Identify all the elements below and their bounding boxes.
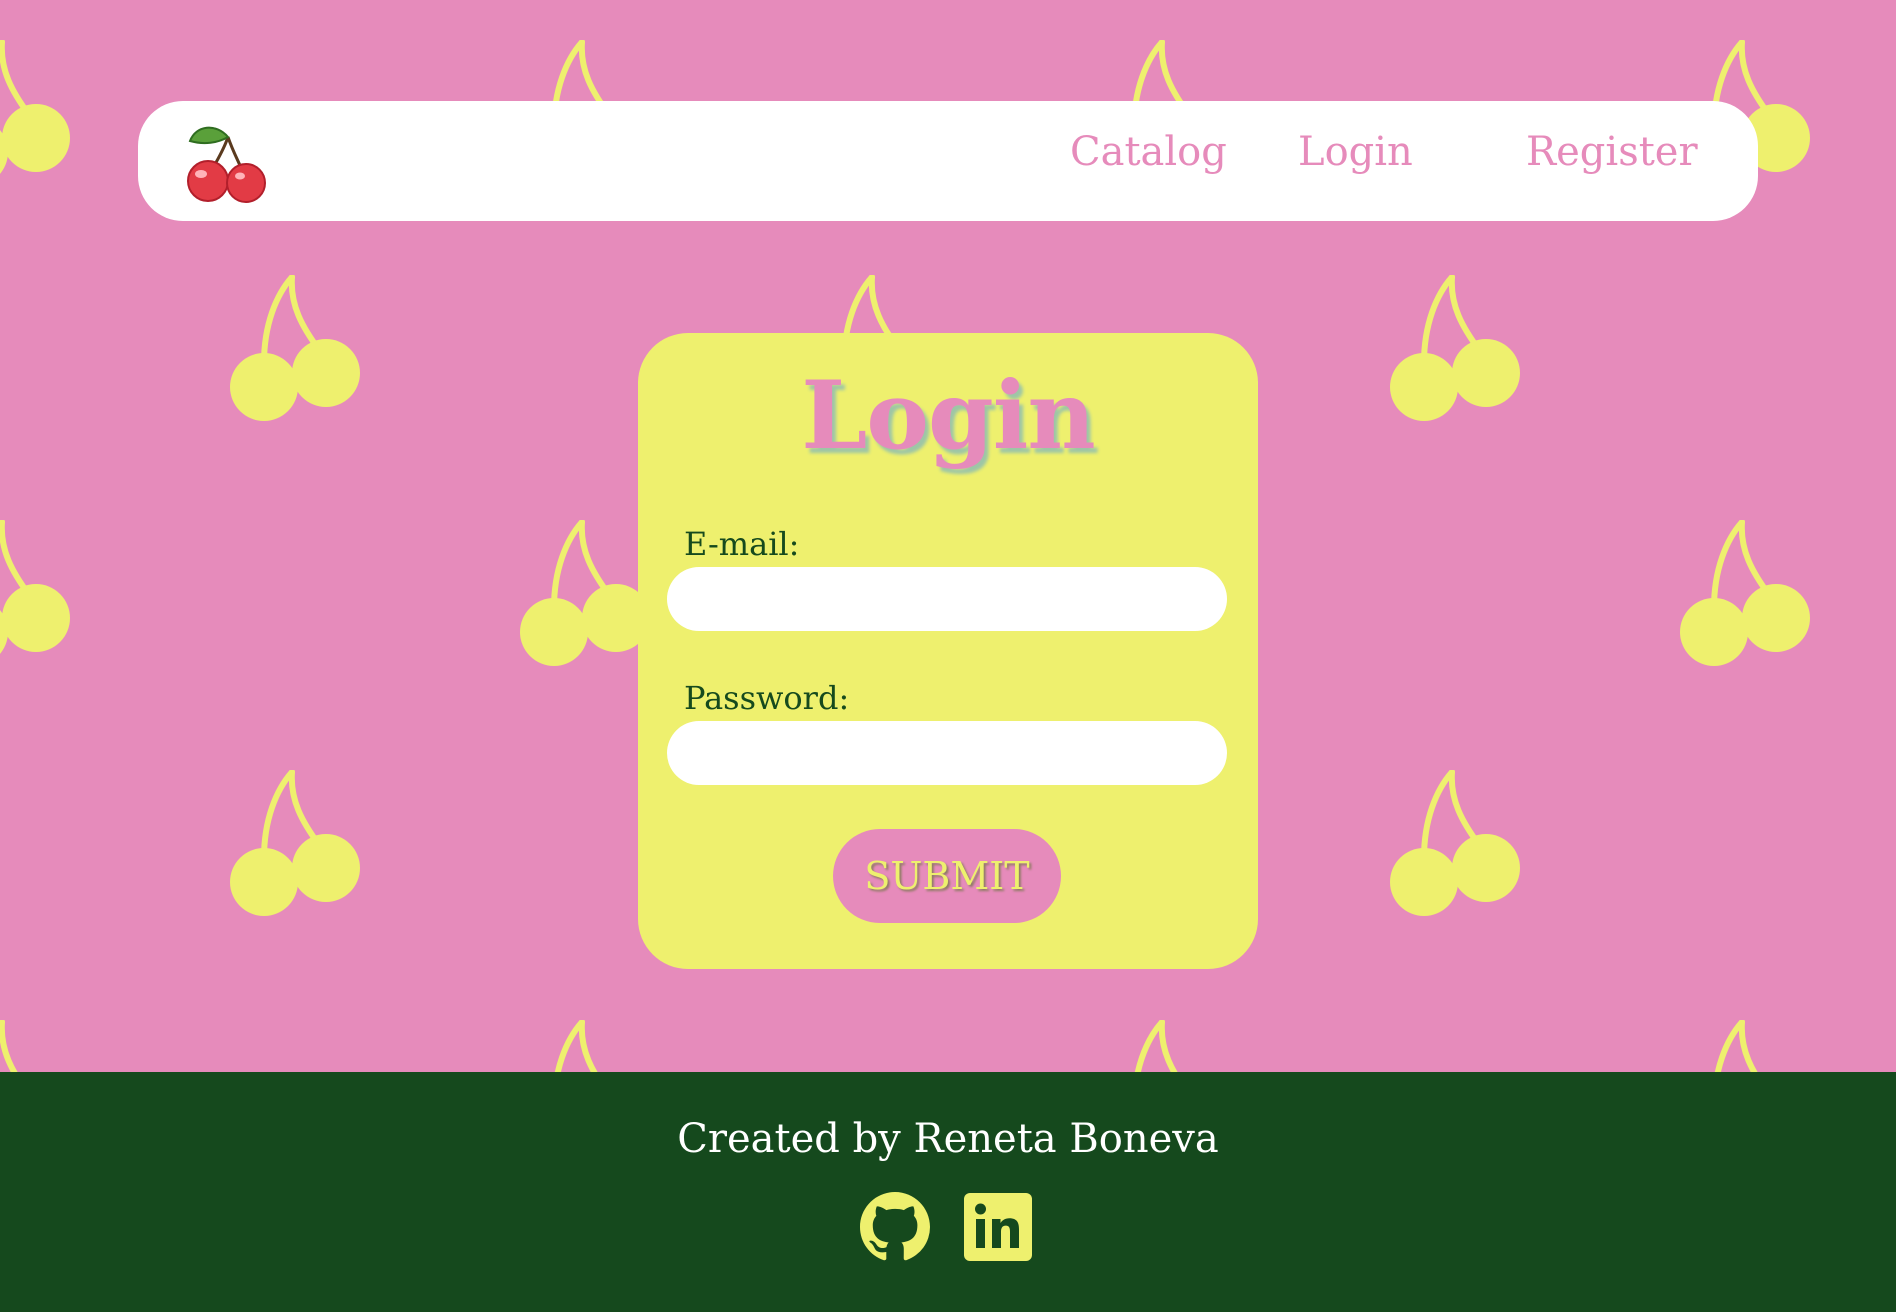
password-label: Password: bbox=[684, 679, 850, 717]
email-label: E-mail: bbox=[684, 525, 800, 563]
login-title: Login bbox=[801, 361, 1096, 471]
github-icon[interactable] bbox=[860, 1192, 930, 1262]
nav-link-catalog[interactable]: Catalog bbox=[1070, 129, 1227, 175]
linkedin-icon[interactable] bbox=[963, 1192, 1033, 1262]
cherry-logo-icon[interactable] bbox=[182, 115, 274, 207]
email-field[interactable] bbox=[667, 567, 1227, 631]
cherry-pattern-icon bbox=[1680, 520, 1810, 666]
cherry-pattern-icon bbox=[0, 520, 70, 654]
footer: Created by Reneta Boneva bbox=[0, 1072, 1896, 1312]
navbar: Catalog Login Register bbox=[138, 101, 1758, 221]
submit-button[interactable]: SUBMIT bbox=[833, 829, 1061, 923]
cherry-pattern-icon bbox=[0, 40, 70, 174]
login-card: Login E-mail: Password: SUBMIT bbox=[638, 333, 1258, 969]
cherry-pattern-icon bbox=[1134, 1020, 1178, 1072]
cherry-pattern-icon bbox=[1390, 770, 1520, 916]
nav-link-login[interactable]: Login bbox=[1298, 129, 1413, 175]
page: Catalog Login Register Login E-mail: Pas… bbox=[0, 0, 1896, 1312]
cherry-pattern-icon bbox=[230, 770, 360, 916]
cherry-pattern-icon bbox=[1714, 1020, 1758, 1072]
password-field[interactable] bbox=[667, 721, 1227, 785]
cherry-pattern-icon bbox=[230, 275, 360, 421]
nav-link-register[interactable]: Register bbox=[1526, 129, 1698, 175]
cherry-pattern-icon bbox=[0, 1020, 18, 1072]
cherry-pattern-icon bbox=[1390, 275, 1520, 421]
cherry-pattern-icon bbox=[554, 1020, 598, 1072]
footer-credit: Created by Reneta Boneva bbox=[677, 1116, 1219, 1162]
